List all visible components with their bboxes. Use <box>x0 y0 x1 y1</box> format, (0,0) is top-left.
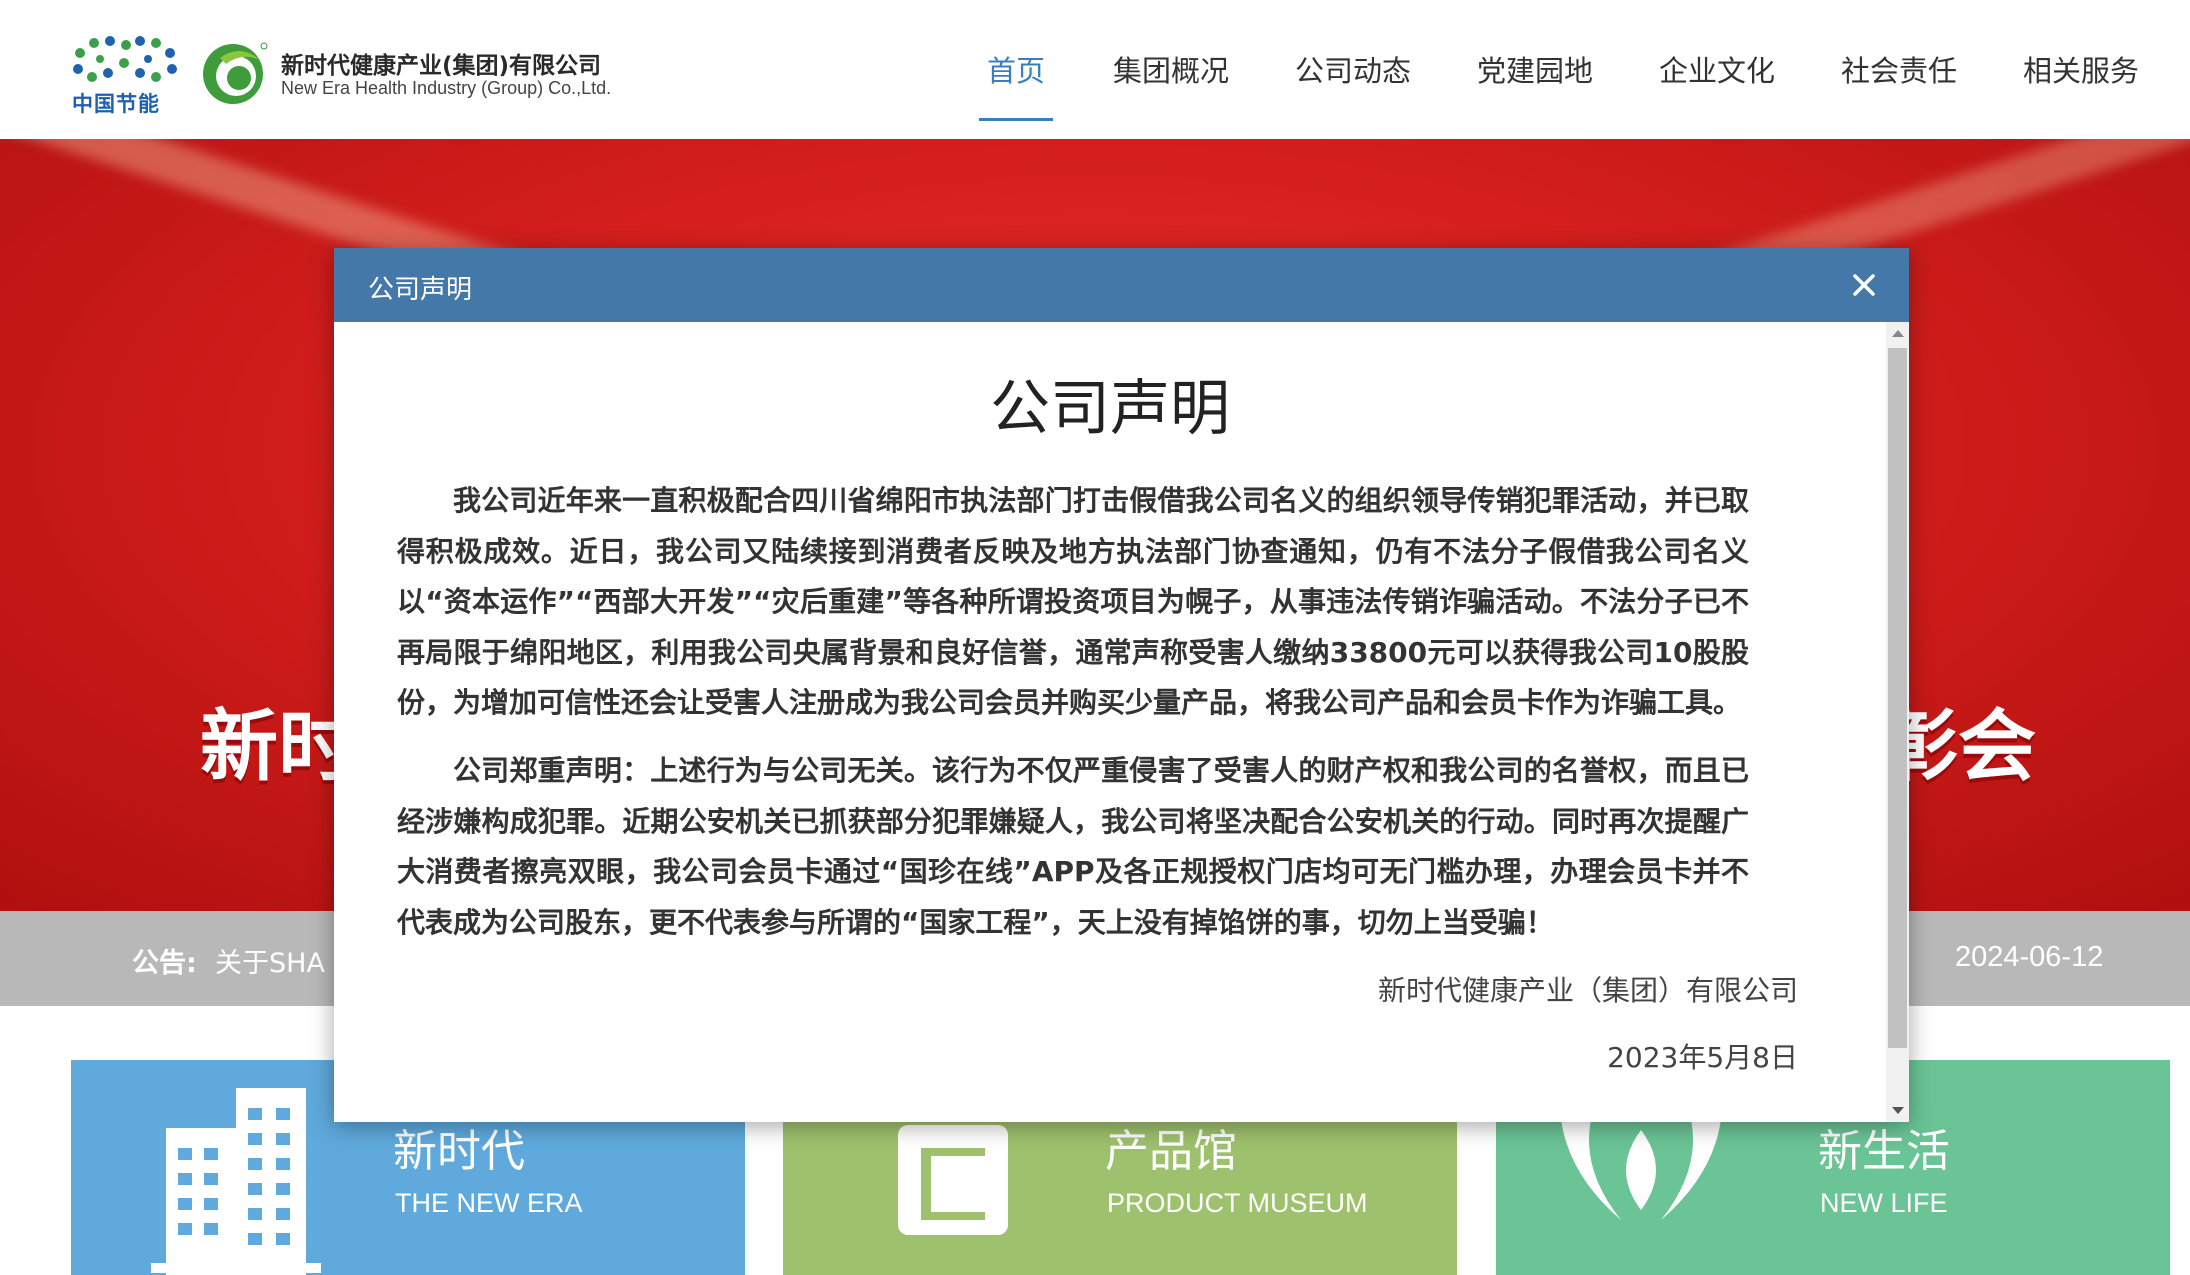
notice-label: 公告: <box>132 948 197 979</box>
dialog-header: 公司声明 <box>334 248 1909 322</box>
scroll-up-arrow-icon[interactable] <box>1892 330 1904 337</box>
statement-signature: 新时代健康产业（集团）有限公司 <box>1377 974 1798 1007</box>
statement-heading: 公司声明 <box>990 374 1230 444</box>
company-statement-dialog: 公司声明 公司声明 我公司近年来一直积极配合四川省绵阳市执法部门打击假借我公司名… <box>334 248 1909 1122</box>
statement-paragraph-1: 我公司近年来一直积极配合四川省绵阳市执法部门打击假借我公司名义的组织领导传销犯罪… <box>397 484 1749 719</box>
product-box-icon <box>898 1125 1008 1235</box>
nav-item-company-news[interactable]: 公司动态 <box>1295 48 1411 90</box>
card-title: 新时代 <box>393 1126 525 1177</box>
nav-item-corporate-culture[interactable]: 企业文化 <box>1659 48 1775 90</box>
dialog-title: 公司声明 <box>368 275 473 305</box>
statement-paragraph-2: 公司郑重声明：上述行为与公司无关。该行为不仅严重侵害了受害人的财产权和我公司的名… <box>397 754 1749 939</box>
card-title: 新生活 <box>1818 1126 1950 1177</box>
building-icon <box>151 1088 321 1275</box>
main-nav: 首页 集团概况 公司动态 党建园地 企业文化 社会责任 相关服务 <box>0 48 2190 128</box>
card-subtitle: NEW LIFE <box>1820 1188 1948 1218</box>
dialog-body: 公司声明 我公司近年来一直积极配合四川省绵阳市执法部门打击假借我公司名义的组织领… <box>334 322 1886 1122</box>
scroll-down-arrow-icon[interactable] <box>1892 1107 1904 1114</box>
statement-date: 2023年5月8日 <box>1607 1041 1798 1074</box>
nav-item-group-overview[interactable]: 集团概况 <box>1113 48 1229 90</box>
notice-link[interactable]: 关于SHA <box>215 941 325 980</box>
nav-item-related-services[interactable]: 相关服务 <box>2023 48 2139 90</box>
dialog-scrollbar[interactable] <box>1886 322 1909 1122</box>
scrollbar-thumb[interactable] <box>1888 348 1907 1048</box>
nav-active-indicator <box>979 118 1053 121</box>
site-header: 中国节能 新时代健康产业(集团)有限公司 New Era Health Indu… <box>0 0 2190 139</box>
nav-item-social-responsibility[interactable]: 社会责任 <box>1841 48 1957 90</box>
banner-headline-left: 新时 <box>200 702 357 792</box>
nav-item-party-building[interactable]: 党建园地 <box>1477 48 1593 90</box>
nav-item-home[interactable]: 首页 <box>987 48 1045 90</box>
notice-date: 2024-06-12 <box>1955 941 2104 973</box>
card-title: 产品馆 <box>1105 1126 1237 1177</box>
close-icon[interactable] <box>1845 266 1883 304</box>
card-subtitle: THE NEW ERA <box>395 1188 583 1218</box>
card-subtitle: PRODUCT MUSEUM <box>1107 1188 1368 1218</box>
